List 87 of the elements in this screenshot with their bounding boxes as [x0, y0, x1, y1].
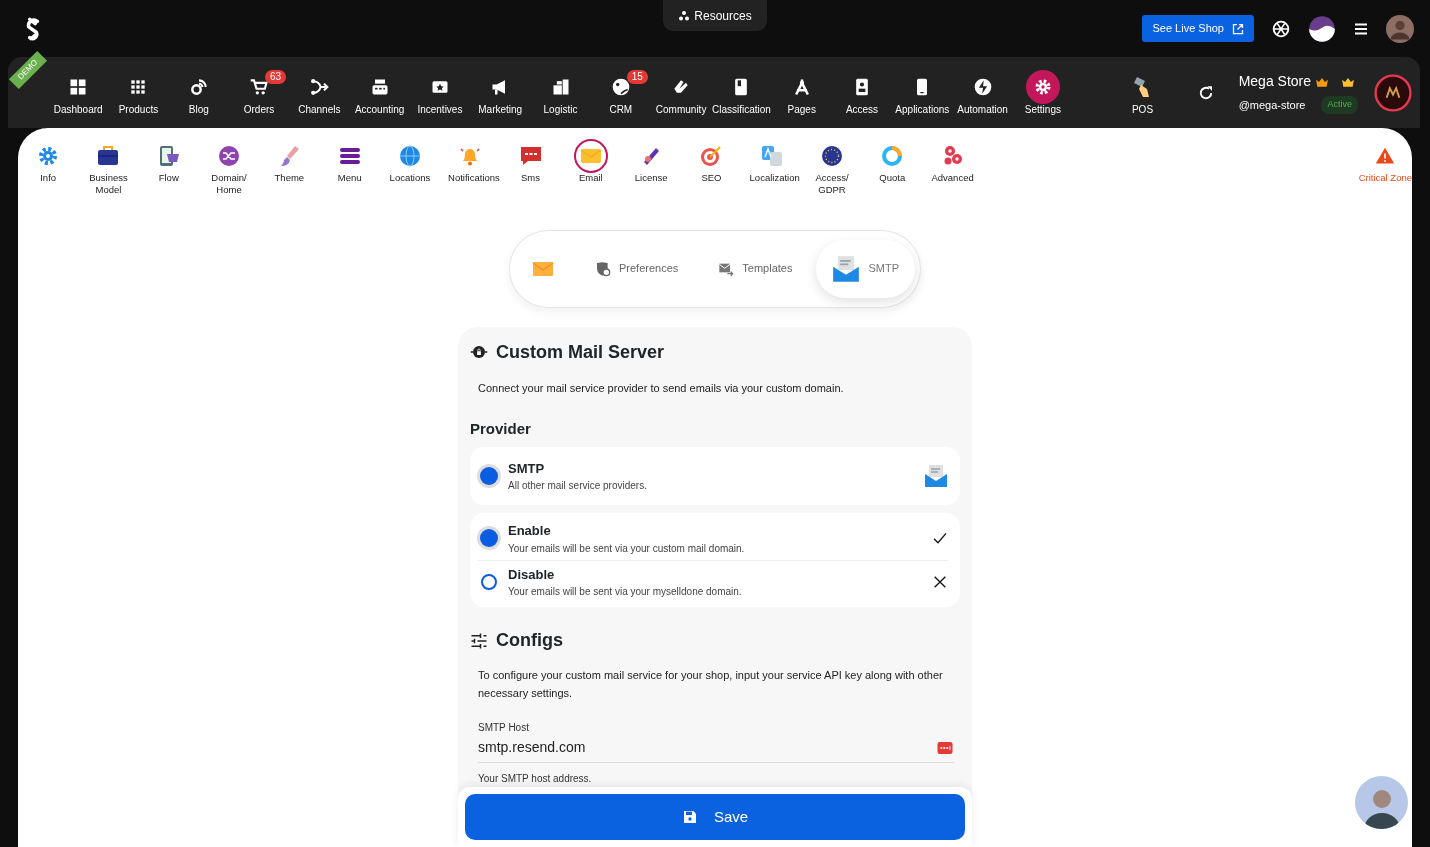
avatar-icon[interactable] [1386, 14, 1414, 43]
subsection-tab[interactable]: SEO [681, 140, 742, 185]
critical-zone-tab[interactable]: Critical Zone [1358, 140, 1412, 185]
subsection-tab[interactable]: License [620, 140, 682, 185]
lightning-icon [972, 77, 993, 97]
nav-tab[interactable]: Products [108, 72, 169, 117]
nav-tab[interactable]: Blog [168, 72, 229, 117]
nav-tab[interactable]: Applications [892, 72, 953, 117]
chat-bubble-icon [518, 144, 543, 168]
nav-tab[interactable]: Accounting [349, 72, 410, 117]
count-badge: 15 [626, 70, 648, 84]
store-logo-icon[interactable] [1374, 73, 1412, 112]
emoji-icon [610, 77, 631, 97]
radio-button[interactable] [480, 529, 498, 548]
section-description: Connect your mail service provider to send emails via your custom domain. [478, 380, 845, 396]
subsection-tab[interactable]: Sms [500, 140, 561, 185]
subsection-tab[interactable]: Locations [379, 140, 441, 185]
broadcast-icon [188, 77, 209, 97]
target-icon [699, 144, 724, 168]
stars-circle-icon [820, 144, 844, 168]
sliders-icon [470, 631, 488, 650]
branch-icon [309, 77, 330, 97]
subsection-tab[interactable]: Quota [862, 140, 923, 185]
field-label: SMTP Host [478, 721, 530, 736]
provider-heading: Provider [470, 419, 532, 440]
segment-tab[interactable]: SMTP [816, 239, 915, 298]
store-name: Mega Store [1238, 72, 1312, 92]
translate-icon [759, 144, 784, 168]
nav-tab[interactable]: Channels [289, 72, 350, 117]
nav-tab[interactable]: Classification [711, 72, 772, 117]
nav-tab[interactable]: Marketing [470, 72, 531, 117]
subsection-tab[interactable]: Theme [259, 140, 320, 185]
input-field[interactable]: smtp.resend.com [478, 737, 936, 759]
option-description: Your emails will be sent via your custom mail domain. [508, 541, 746, 556]
subsection-tab[interactable]: Advanced [922, 140, 983, 185]
subsection-tab[interactable]: Flow [138, 140, 199, 185]
donut-icon [880, 144, 905, 168]
count-badge: 63 [264, 70, 286, 84]
subsection-tab[interactable]: Access/ GDPR [801, 140, 863, 197]
subsection-tab[interactable]: Localization [741, 140, 802, 185]
option-title: SMTP [508, 459, 546, 478]
radio-button[interactable] [481, 573, 497, 590]
pos-button[interactable]: POS [1112, 72, 1173, 117]
warning-icon [1375, 146, 1396, 166]
section-title: Configs [496, 629, 563, 653]
field-hint: Your SMTP host address. [478, 772, 593, 787]
nav-tab[interactable]: Dashboard [48, 72, 109, 117]
shuffle-icon [217, 144, 242, 168]
radio-button[interactable] [480, 466, 498, 485]
resources-tab[interactable]: Resources [663, 0, 767, 31]
option-description: All other mail service providers. [508, 479, 648, 494]
cluster-icon [678, 9, 691, 22]
nav-tab[interactable]: Incentives [409, 72, 471, 117]
subsection-tab[interactable]: Notifications [440, 140, 501, 185]
nav-tab[interactable]: Automation [952, 72, 1013, 117]
option-description: Your emails will be sent via your myselldone domain. [508, 585, 743, 600]
segment-tab[interactable]: Templates [702, 239, 809, 298]
nav-tab[interactable]: CRM 15 [590, 72, 651, 117]
nav-tab[interactable]: Pages [771, 72, 832, 117]
save-button[interactable]: Save [465, 794, 965, 840]
subsection-tab[interactable]: Menu [319, 140, 380, 185]
wave-logo-icon[interactable] [1308, 14, 1336, 43]
status-badge: Active [1321, 96, 1358, 114]
section-description: To configure your custom mail service for your shop, input your service API key along with other necessary settings. [478, 668, 944, 702]
nav-tab[interactable]: Logistic [530, 72, 591, 117]
cart-icon [249, 77, 270, 97]
shield-gear-icon [595, 260, 611, 277]
subsection-tab[interactable]: Email [560, 140, 621, 185]
see-live-shop-button[interactable]: See Live Shop [1142, 15, 1254, 42]
segment-tab[interactable]: Preferences [579, 239, 695, 298]
external-link-icon [1232, 22, 1244, 35]
subsection-tab[interactable]: Business Model [78, 140, 139, 197]
nav-tab[interactable]: Settings [1012, 72, 1074, 117]
subsection-tab[interactable]: Domain/ Home [198, 140, 260, 197]
store-handle: @mega-store [1238, 97, 1306, 113]
grid-icon [68, 77, 89, 97]
briefcase-icon [96, 144, 121, 168]
subsection-tab[interactable]: Info [18, 140, 79, 185]
nav-tab[interactable]: Access [831, 72, 893, 117]
nav-tab[interactable]: Community [650, 72, 712, 117]
globe-icon [397, 144, 422, 168]
option-title: Disable [508, 565, 556, 584]
nav-tab[interactable]: Orders 63 [228, 72, 290, 117]
open-envelope-icon [832, 254, 861, 283]
section-title: Custom Mail Server [496, 340, 665, 364]
option-title: Enable [508, 522, 552, 541]
open-envelope-icon [924, 463, 948, 488]
